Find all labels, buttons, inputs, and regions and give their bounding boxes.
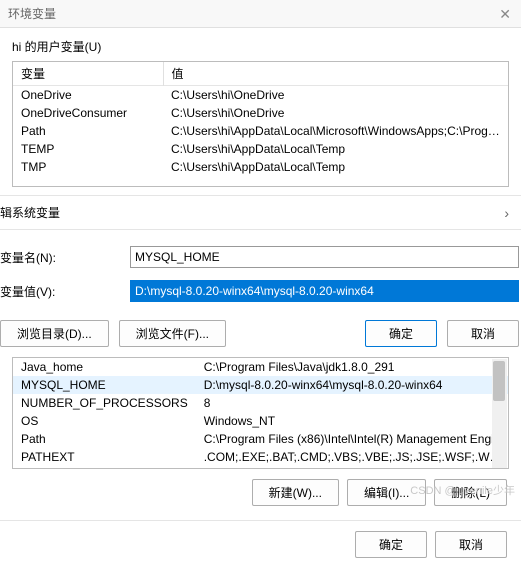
browse-dir-button[interactable]: 浏览目录(D)... <box>0 320 109 347</box>
user-vars-table[interactable]: 变量 值 OneDriveC:\Users\hi\OneDrive OneDri… <box>12 61 509 187</box>
window-title: 环境变量 <box>8 5 56 22</box>
table-row[interactable]: TMPC:\Users\hi\AppData\Local\Temp <box>13 158 508 176</box>
chevron-right-icon[interactable]: › <box>504 205 515 221</box>
table-row[interactable]: PATHEXT.COM;.EXE;.BAT;.CMD;.VBS;.VBE;.JS… <box>13 448 509 466</box>
edit-dialog-title: 辑系统变量 › <box>0 195 521 230</box>
system-vars-table[interactable]: Java_homeC:\Program Files\Java\jdk1.8.0_… <box>12 357 509 469</box>
var-name-label: 变量名(N): <box>0 249 130 266</box>
var-value-input[interactable]: D:\mysql-8.0.20-winx64\mysql-8.0.20-winx… <box>130 280 519 302</box>
var-name-row: 变量名(N): <box>0 240 521 274</box>
bottom-cancel-button[interactable]: 取消 <box>435 531 507 558</box>
edit-dialog-buttons: 浏览目录(D)... 浏览文件(F)... 确定 取消 <box>0 308 521 357</box>
col-header-value[interactable]: 值 <box>163 62 508 86</box>
watermark: CSDN @juvenile少年 <box>410 482 515 498</box>
bottom-ok-button[interactable]: 确定 <box>355 531 427 558</box>
user-vars-label: hi 的用户变量(U) <box>12 38 509 55</box>
table-row[interactable]: TEMPC:\Users\hi\AppData\Local\Temp <box>13 140 508 158</box>
titlebar: 环境变量 ✕ <box>0 0 521 28</box>
dialog-bottom-buttons: 确定 取消 <box>0 520 521 568</box>
cancel-button[interactable]: 取消 <box>447 320 519 347</box>
table-row[interactable]: PathC:\Program Files (x86)\Intel\Intel(R… <box>13 430 509 448</box>
table-row[interactable]: MYSQL_HOMED:\mysql-8.0.20-winx64\mysql-8… <box>13 376 509 394</box>
var-value-row: 变量值(V): D:\mysql-8.0.20-winx64\mysql-8.0… <box>0 274 521 308</box>
var-name-input[interactable] <box>130 246 519 268</box>
scrollbar[interactable] <box>492 359 507 469</box>
user-variables-group: hi 的用户变量(U) 变量 值 OneDriveC:\Users\hi\One… <box>0 28 521 195</box>
table-row[interactable]: Java_homeC:\Program Files\Java\jdk1.8.0_… <box>13 358 509 376</box>
browse-file-button[interactable]: 浏览文件(F)... <box>119 320 226 347</box>
new-button[interactable]: 新建(W)... <box>252 479 339 506</box>
table-row[interactable]: PathC:\Users\hi\AppData\Local\Microsoft\… <box>13 122 508 140</box>
col-header-name[interactable]: 变量 <box>13 62 163 86</box>
table-row[interactable]: NUMBER_OF_PROCESSORS8 <box>13 394 509 412</box>
ok-button[interactable]: 确定 <box>365 320 437 347</box>
table-row[interactable]: OSWindows_NT <box>13 412 509 430</box>
close-icon[interactable]: ✕ <box>499 6 511 23</box>
scrollbar-thumb[interactable] <box>493 361 505 401</box>
table-row[interactable]: OneDriveConsumerC:\Users\hi\OneDrive <box>13 104 508 122</box>
table-row[interactable]: OneDriveC:\Users\hi\OneDrive <box>13 86 508 105</box>
var-value-label: 变量值(V): <box>0 283 130 300</box>
